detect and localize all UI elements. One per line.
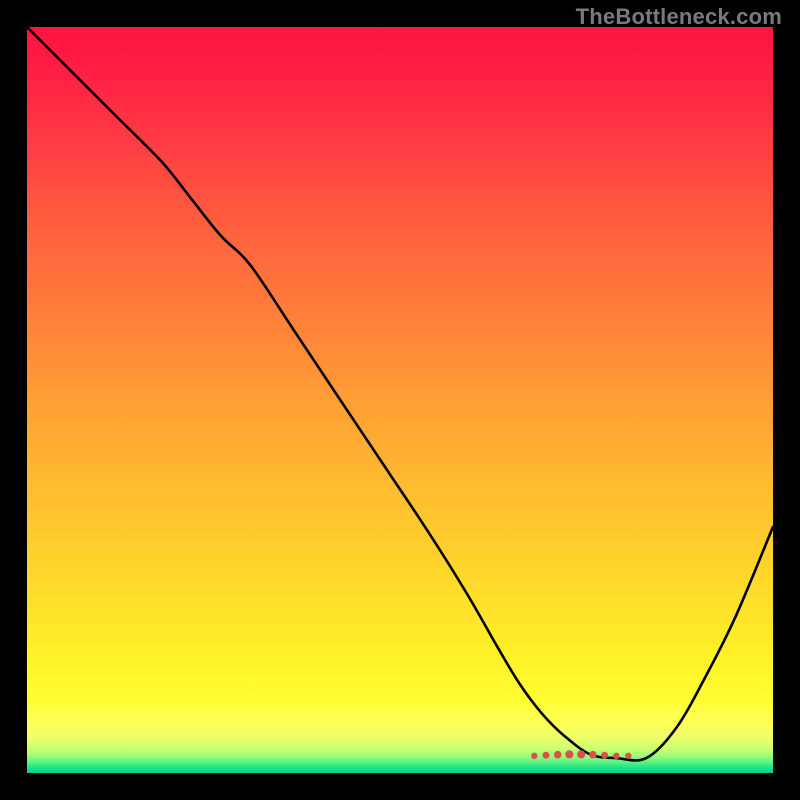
plot-area (27, 27, 773, 773)
watermark-text: TheBottleneck.com (576, 4, 782, 30)
chart-root: TheBottleneck.com (0, 0, 800, 800)
optimal-range-marker (27, 27, 773, 773)
